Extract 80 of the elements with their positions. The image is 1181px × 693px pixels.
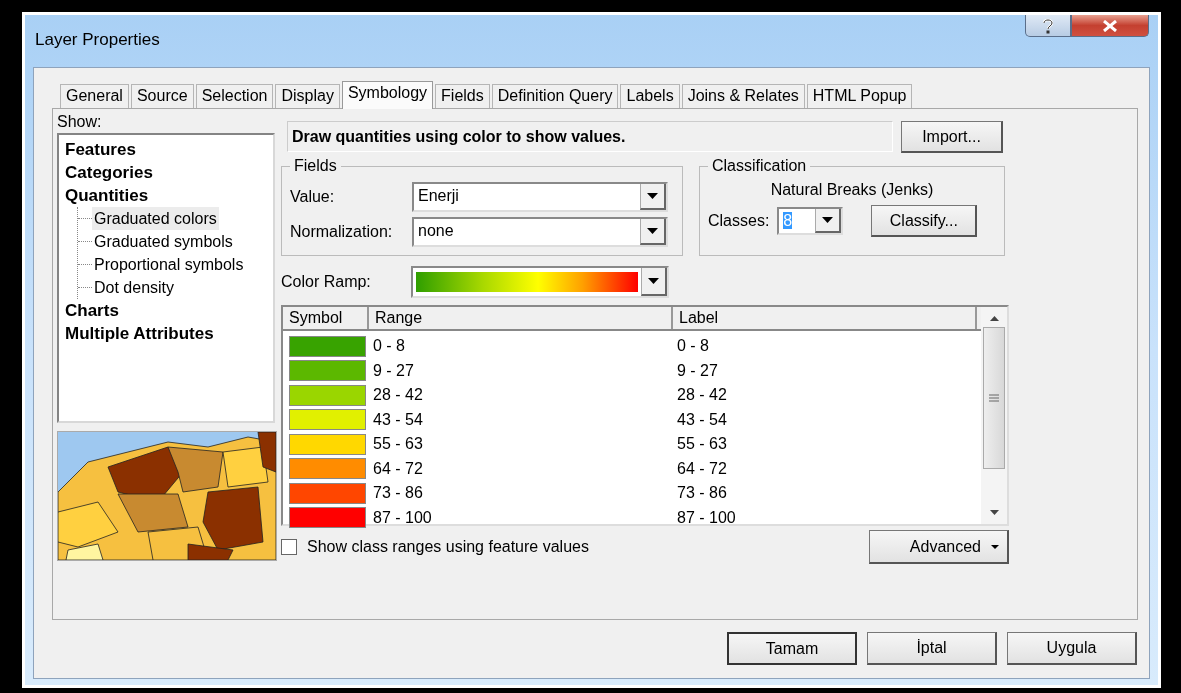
field-label: Normalization: bbox=[290, 223, 394, 241]
tab[interactable]: Selection bbox=[195, 84, 274, 108]
question-mark-icon bbox=[1041, 17, 1055, 34]
group-title: Fields bbox=[293, 157, 338, 175]
color-swatch[interactable] bbox=[289, 482, 366, 504]
tree-item[interactable]: Features bbox=[63, 140, 138, 159]
tree-item[interactable]: Proportional symbols bbox=[92, 253, 246, 276]
dropdown-arrow-icon bbox=[647, 228, 658, 234]
color-swatch[interactable] bbox=[289, 360, 366, 382]
color-swatch[interactable] bbox=[289, 433, 366, 455]
tab[interactable]: General bbox=[60, 84, 129, 108]
tab[interactable]: Display bbox=[275, 84, 340, 108]
column-header[interactable]: Symbol bbox=[283, 307, 369, 329]
group-title: Classification bbox=[711, 157, 808, 175]
dropdown-arrow-icon bbox=[822, 217, 834, 223]
scrollbar[interactable] bbox=[981, 307, 1007, 524]
description-text: Draw quantities using color to show values. bbox=[287, 121, 893, 152]
tree-item[interactable]: Charts bbox=[63, 301, 121, 320]
dropdown-arrow-icon bbox=[647, 193, 658, 199]
tree-item[interactable]: Quantities bbox=[63, 186, 151, 205]
scroll-down-icon[interactable] bbox=[989, 510, 999, 515]
tab[interactable]: Source bbox=[130, 84, 194, 108]
close-button[interactable] bbox=[1071, 15, 1149, 37]
table-cell-text: 43 - 54 bbox=[372, 410, 424, 429]
table-cell-text: 9 - 27 bbox=[676, 361, 719, 380]
import-button[interactable]: Import... bbox=[901, 121, 1003, 153]
table-cell-text: 28 - 42 bbox=[676, 386, 728, 405]
grip-icon bbox=[989, 394, 999, 402]
method-text: Natural Breaks (Jenks) bbox=[770, 181, 934, 199]
color-swatch[interactable] bbox=[289, 507, 366, 529]
tab[interactable]: Labels bbox=[620, 84, 680, 108]
dialog-button[interactable]: İptal bbox=[867, 632, 997, 665]
table-cell-text: 64 - 72 bbox=[372, 459, 424, 478]
table-cell-text: 87 - 100 bbox=[372, 508, 433, 527]
tab[interactable]: Definition Query bbox=[491, 84, 619, 108]
table-cell-text: 73 - 86 bbox=[676, 484, 728, 503]
tree-item[interactable]: Dot density bbox=[92, 276, 177, 299]
checkbox[interactable] bbox=[281, 539, 297, 555]
caret-icon bbox=[991, 544, 999, 549]
table-cell-text: 73 - 86 bbox=[372, 484, 424, 503]
tree-item[interactable]: Categories bbox=[63, 163, 155, 182]
tab[interactable]: Fields bbox=[435, 84, 490, 108]
tree-item[interactable]: Graduated symbols bbox=[92, 230, 235, 253]
tree-item[interactable]: Graduated colors bbox=[92, 207, 219, 230]
table-cell-text: 87 - 100 bbox=[676, 508, 737, 527]
color-swatch[interactable] bbox=[289, 409, 366, 431]
color-swatch[interactable] bbox=[289, 384, 366, 406]
table-cell-text: 55 - 63 bbox=[372, 435, 424, 454]
advanced-button[interactable]: Advanced bbox=[869, 530, 1009, 564]
tab[interactable]: Joins & Relates bbox=[681, 84, 805, 108]
normalization-dropdown[interactable]: none bbox=[412, 217, 668, 247]
column-header[interactable]: Label bbox=[673, 307, 977, 329]
field-label: Value: bbox=[290, 188, 336, 206]
value-dropdown[interactable]: Enerji bbox=[412, 182, 668, 212]
classify-button[interactable]: Classify... bbox=[871, 205, 978, 237]
color-swatch[interactable] bbox=[289, 458, 366, 480]
table-cell-text: 0 - 8 bbox=[372, 337, 406, 356]
scroll-up-icon[interactable] bbox=[989, 316, 999, 321]
dialog-button[interactable]: Tamam bbox=[727, 632, 857, 665]
checkbox-label: Show class ranges using feature values bbox=[307, 538, 589, 556]
help-button[interactable] bbox=[1025, 15, 1071, 37]
color-ramp-dropdown[interactable] bbox=[411, 266, 669, 298]
window-title: Layer Properties bbox=[35, 30, 160, 50]
color-swatch[interactable] bbox=[289, 335, 366, 357]
tab[interactable]: HTML Popup bbox=[806, 84, 913, 108]
table-cell-text: 55 - 63 bbox=[676, 435, 728, 454]
dropdown-arrow-icon bbox=[648, 278, 659, 284]
tree-item[interactable]: Multiple Attributes bbox=[63, 324, 216, 343]
table-cell-text: 43 - 54 bbox=[676, 410, 728, 429]
column-header[interactable]: Range bbox=[369, 307, 673, 329]
table-cell-text: 28 - 42 bbox=[372, 386, 424, 405]
field-label: Color Ramp: bbox=[281, 273, 372, 291]
close-icon bbox=[1102, 19, 1118, 32]
table-cell-text: 9 - 27 bbox=[372, 361, 415, 380]
tab[interactable]: Symbology bbox=[341, 81, 434, 109]
show-label: Show: bbox=[57, 113, 103, 131]
table-cell-text: 0 - 8 bbox=[676, 337, 710, 356]
field-label: Classes: bbox=[708, 212, 770, 230]
table-cell-text: 64 - 72 bbox=[676, 459, 728, 478]
dialog-button[interactable]: Uygula bbox=[1007, 632, 1137, 665]
